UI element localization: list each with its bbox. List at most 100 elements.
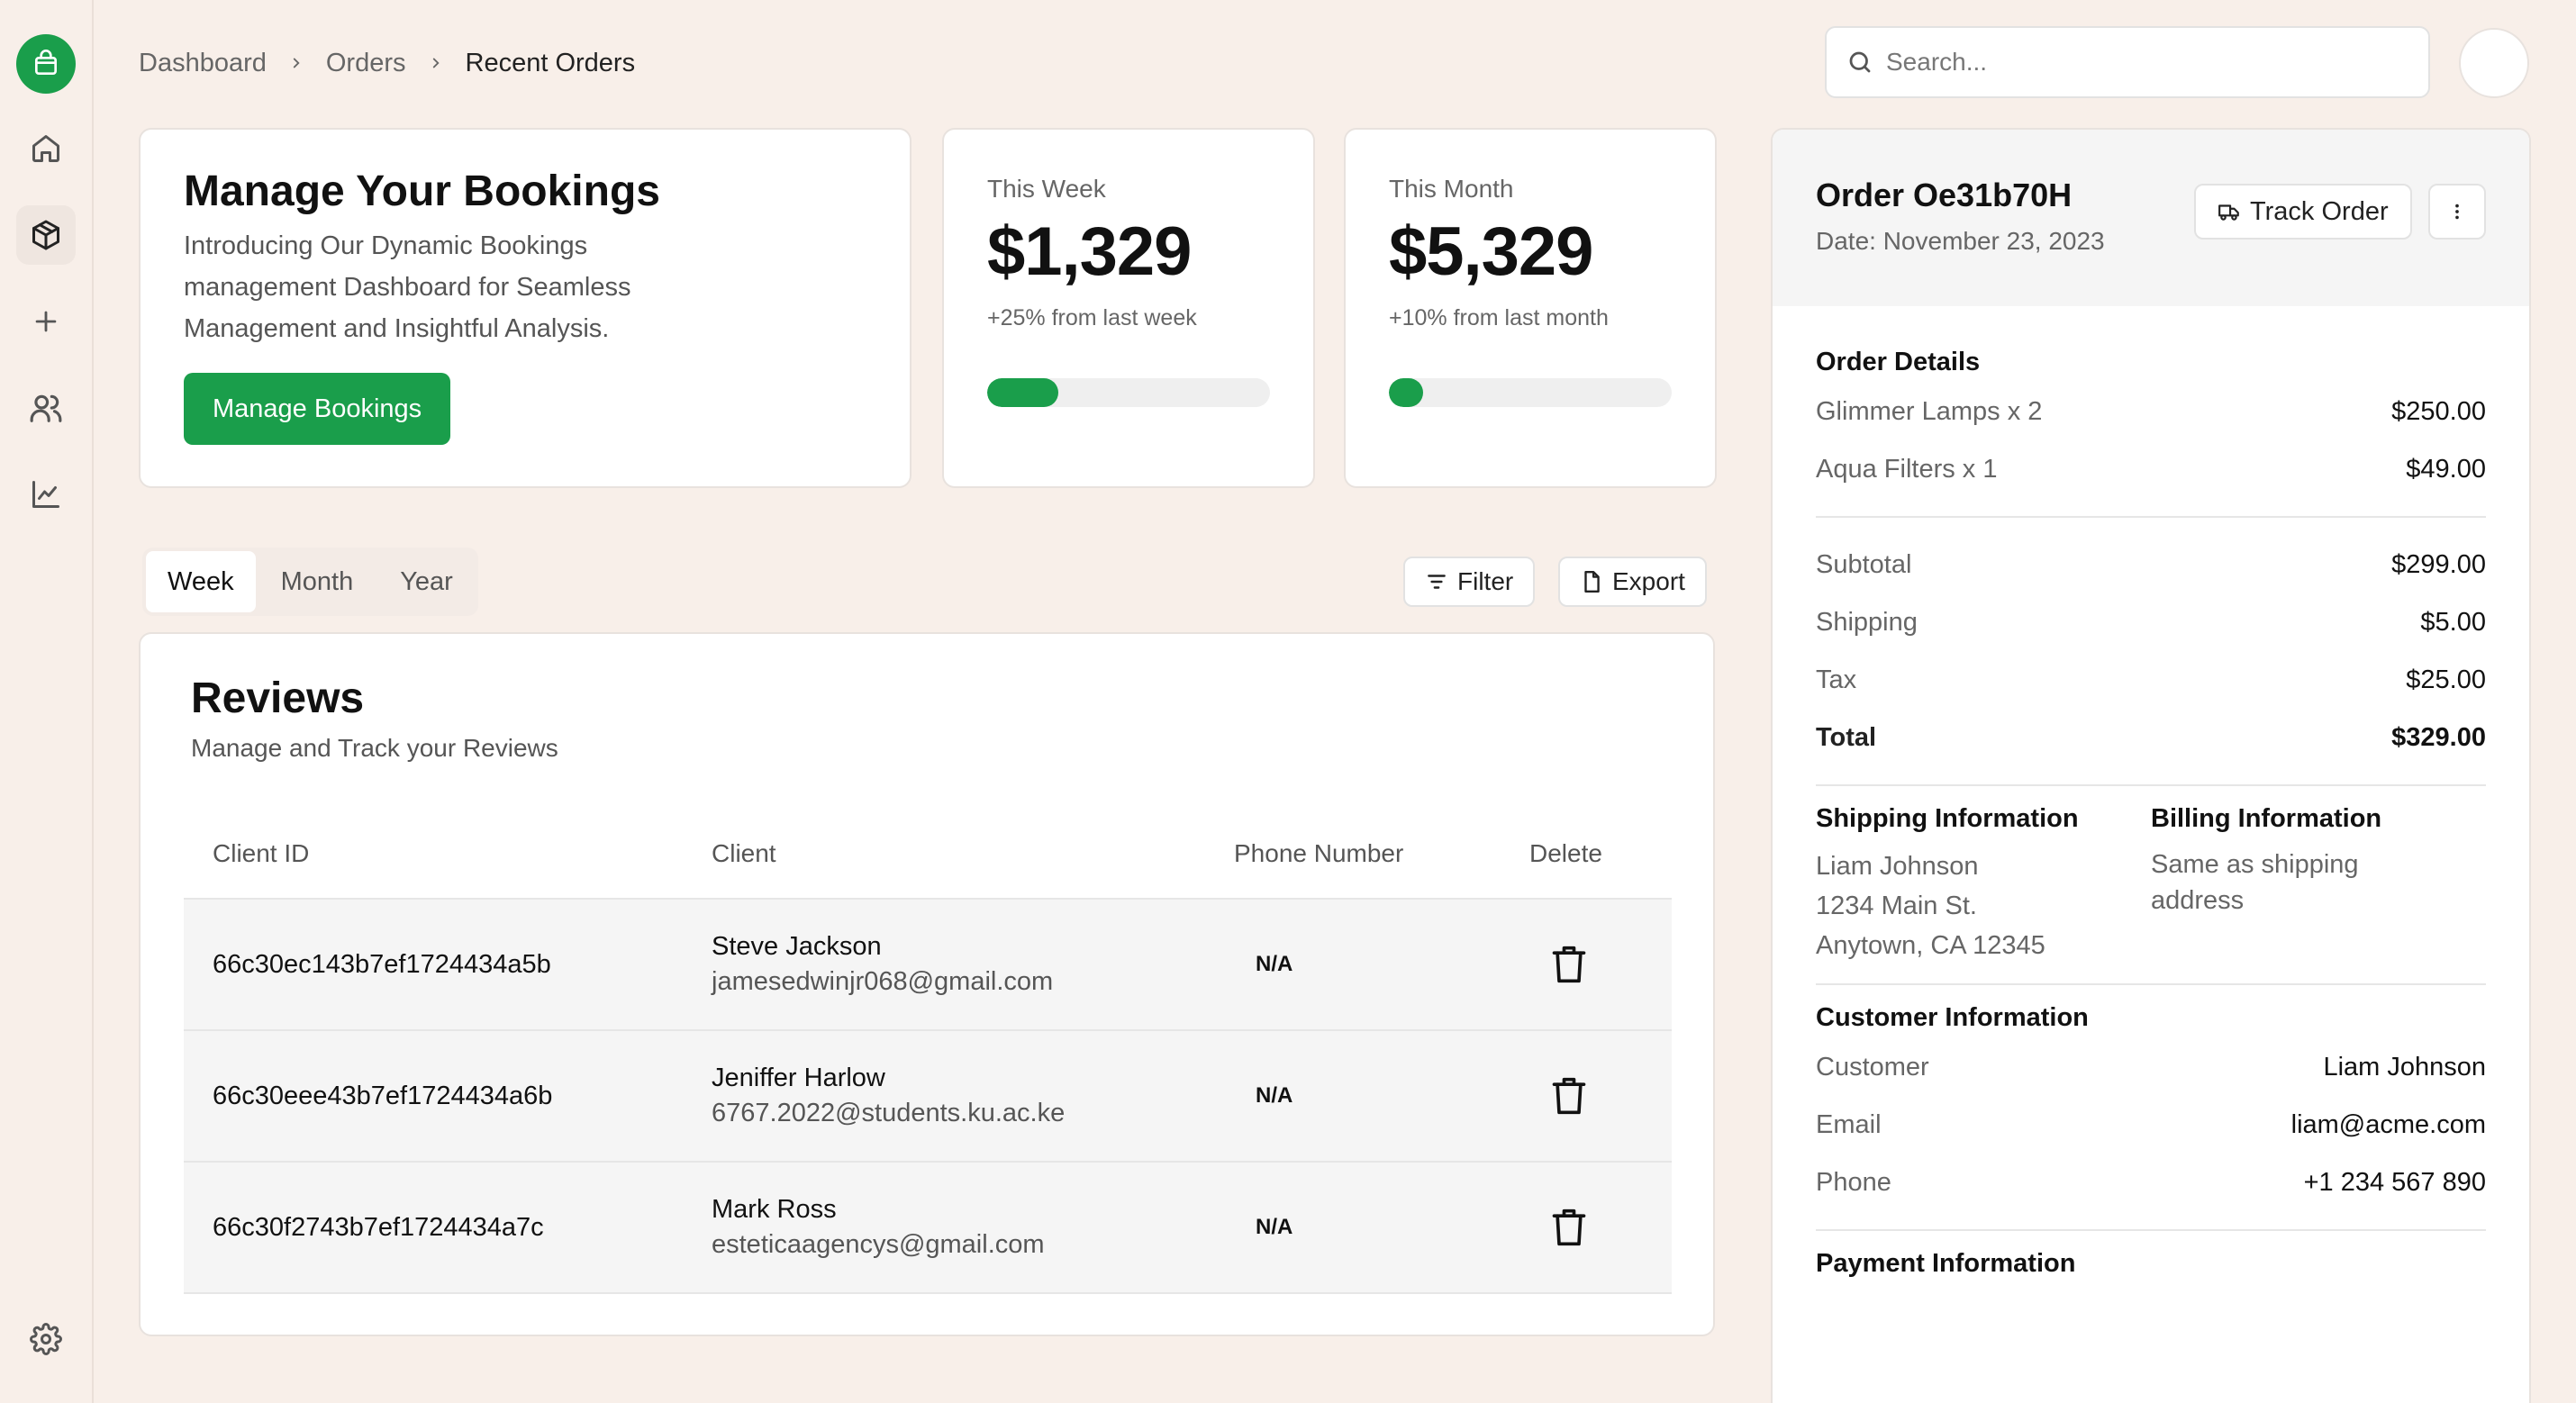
- address-line: 1234 Main St.: [1816, 892, 1977, 920]
- email-label: Email: [1816, 1109, 1882, 1139]
- tab-week[interactable]: Week: [146, 551, 256, 612]
- bookings-title: Manage Your Bookings: [184, 167, 660, 215]
- breadcrumb-orders[interactable]: Orders: [326, 49, 406, 78]
- client-cell: Jeniffer Harlow 6767.2022@students.ku.ac…: [683, 1030, 1205, 1163]
- divider: [1816, 983, 2486, 985]
- subtotal-label: Subtotal: [1816, 549, 1912, 579]
- client-name: Mark Ross: [712, 1195, 837, 1224]
- email-value[interactable]: liam@acme.com: [2291, 1110, 2486, 1140]
- more-options-button[interactable]: [2428, 184, 2486, 240]
- reviews-card: Reviews Manage and Track your Reviews Cl…: [139, 632, 1715, 1336]
- shipping-info-title: Shipping Information: [1816, 804, 2079, 833]
- table-row: 66c30f2743b7ef1724434a7c Mark Ross estet…: [184, 1162, 1672, 1294]
- sidebar-item-orders[interactable]: [16, 205, 76, 265]
- stat-change: +10% from last month: [1389, 305, 1609, 330]
- customer-info-title: Customer Information: [1816, 1003, 2089, 1032]
- customer-row: Customer Liam Johnson: [1816, 1038, 2486, 1096]
- client-cell: Steve Jackson jamesedwinjr068@gmail.com: [683, 899, 1205, 1031]
- search-box: [1825, 26, 2430, 98]
- client-cell: Mark Ross esteticaagencys@gmail.com: [683, 1162, 1205, 1294]
- total-label: Total: [1816, 722, 1877, 752]
- progress-bar: [987, 378, 1270, 407]
- sidebar-item-users[interactable]: [16, 378, 76, 438]
- chevron-right-icon: [288, 55, 304, 71]
- breadcrumb-dashboard[interactable]: Dashboard: [139, 49, 267, 78]
- client-email: jamesedwinjr068@gmail.com: [712, 967, 1054, 996]
- sidebar-item-home[interactable]: [16, 119, 76, 178]
- delete-cell: [1501, 1162, 1672, 1294]
- client-email: esteticaagencys@gmail.com: [712, 1230, 1045, 1259]
- filter-icon: [1425, 570, 1448, 593]
- item-label: Aqua Filters x 1: [1816, 454, 1998, 484]
- reviews-description: Manage and Track your Reviews: [191, 734, 558, 762]
- sidebar-item-settings[interactable]: [16, 1309, 76, 1369]
- trash-icon[interactable]: [1549, 1074, 1672, 1118]
- client-email: 6767.2022@students.ku.ac.ke: [712, 1099, 1066, 1127]
- stat-label: This Week: [987, 175, 1106, 203]
- column-header-client: Client: [683, 809, 1205, 900]
- period-tabs: Week Month Year: [142, 548, 478, 616]
- breadcrumb-recent-orders: Recent Orders: [465, 48, 636, 77]
- order-details-title: Order Details: [1816, 348, 1981, 376]
- reviews-title: Reviews: [191, 674, 365, 722]
- trash-icon[interactable]: [1549, 943, 1672, 986]
- order-item: Glimmer Lamps x 2 $250.00: [1816, 383, 2486, 440]
- trash-icon[interactable]: [1549, 1206, 1672, 1249]
- plus-icon: [31, 306, 61, 337]
- users-icon: [29, 391, 63, 425]
- avatar[interactable]: [2459, 28, 2529, 98]
- address-line: Anytown, CA 12345: [1816, 931, 2045, 960]
- item-price: $49.00: [2406, 454, 2486, 484]
- table-row: 66c30ec143b7ef1724434a5b Steve Jackson j…: [184, 899, 1672, 1031]
- search-input[interactable]: [1886, 48, 2390, 77]
- tab-month[interactable]: Month: [259, 551, 376, 612]
- settings-icon: [30, 1323, 62, 1355]
- order-body: Order Details Glimmer Lamps x 2 $250.00 …: [1773, 306, 2529, 1279]
- stat-value: $1,329: [987, 213, 1192, 290]
- phone-row: Phone +1 234 567 890: [1816, 1154, 2486, 1211]
- bookings-card: Manage Your Bookings Introducing Our Dyn…: [139, 128, 912, 488]
- item-label: Glimmer Lamps x 2: [1816, 396, 2043, 426]
- phone-number: N/A: [1205, 1162, 1501, 1294]
- stat-card-week: This Week $1,329 +25% from last week: [942, 128, 1315, 488]
- divider: [1816, 516, 2486, 518]
- shipping-row: Shipping $5.00: [1816, 593, 2486, 651]
- phone-number: N/A: [1205, 1030, 1501, 1163]
- app-logo[interactable]: [16, 34, 76, 94]
- chevron-right-icon: [428, 55, 444, 71]
- progress-fill: [1389, 378, 1423, 407]
- manage-bookings-button[interactable]: Manage Bookings: [184, 373, 451, 445]
- client-name: Steve Jackson: [712, 932, 882, 961]
- track-order-button[interactable]: Track Order: [2194, 184, 2412, 240]
- sidebar-item-analytics[interactable]: [16, 465, 76, 524]
- sidebar-item-add[interactable]: [16, 292, 76, 351]
- truck-icon: [2218, 200, 2241, 223]
- delete-cell: [1501, 1030, 1672, 1163]
- export-label: Export: [1612, 567, 1685, 595]
- email-row: Email liam@acme.com: [1816, 1096, 2486, 1154]
- phone-label: Phone: [1816, 1167, 1891, 1197]
- customer-label: Customer: [1816, 1052, 1929, 1082]
- column-header-delete: Delete: [1501, 809, 1672, 900]
- shipping-label: Shipping: [1816, 607, 1918, 637]
- home-icon: [30, 132, 62, 165]
- filter-button[interactable]: Filter: [1403, 557, 1536, 607]
- track-order-label: Track Order: [2250, 196, 2389, 226]
- divider: [1816, 784, 2486, 786]
- export-button[interactable]: Export: [1558, 557, 1707, 607]
- tax-label: Tax: [1816, 665, 1857, 694]
- billing-line: Same as shipping: [2151, 850, 2359, 879]
- client-id: 66c30eee43b7ef1724434a6b: [184, 1030, 683, 1163]
- stat-value: $5,329: [1389, 213, 1593, 290]
- item-price: $250.00: [2391, 396, 2486, 426]
- stat-change: +25% from last week: [987, 305, 1197, 330]
- phone-value: +1 234 567 890: [2303, 1167, 2486, 1197]
- chart-icon: [30, 478, 62, 511]
- delete-cell: [1501, 899, 1672, 1031]
- client-id: 66c30ec143b7ef1724434a5b: [184, 899, 683, 1031]
- billing-info-title: Billing Information: [2151, 804, 2382, 833]
- progress-bar: [1389, 378, 1672, 407]
- stat-card-month: This Month $5,329 +10% from last month: [1344, 128, 1717, 488]
- tab-year[interactable]: Year: [378, 551, 475, 612]
- divider: [1816, 1229, 2486, 1231]
